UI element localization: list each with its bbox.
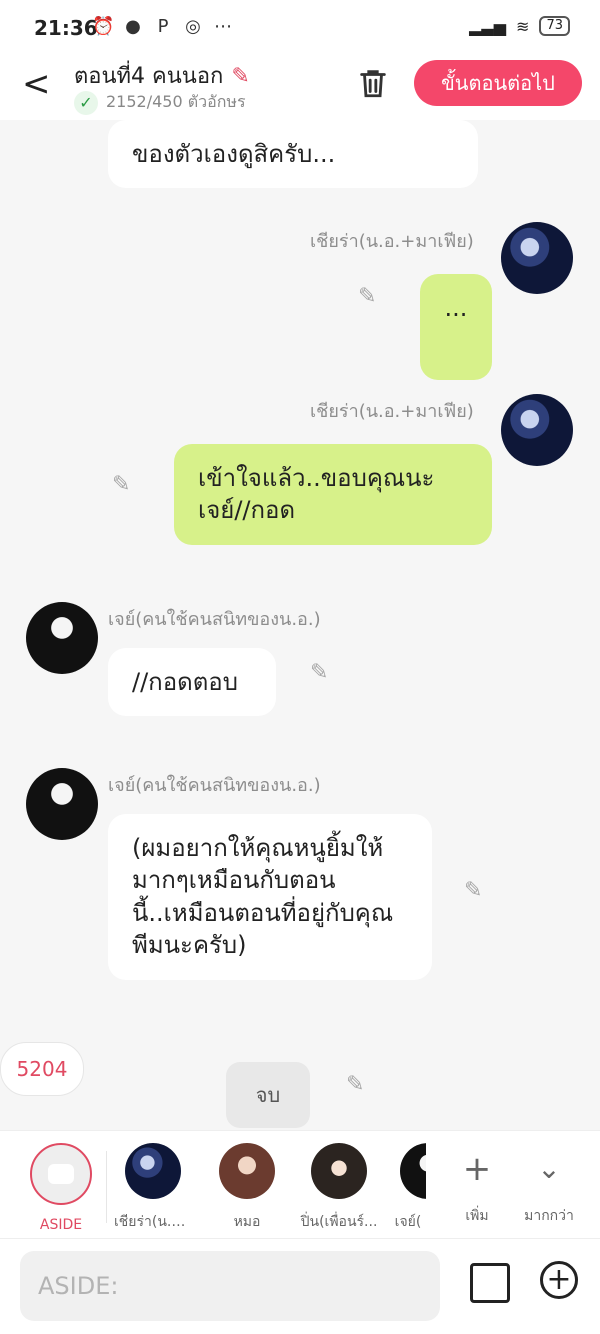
more-notifications-icon: ⋯: [214, 16, 232, 37]
edit-message-icon[interactable]: ✎: [358, 284, 386, 312]
edit-message-icon[interactable]: ✎: [310, 660, 338, 688]
back-button[interactable]: <: [22, 64, 51, 104]
word-count: ✓ 2152/450 ตัวอักษร: [74, 90, 246, 115]
add-character-button[interactable]: + เพิ่ม: [438, 1139, 516, 1227]
message-text: (ผมอยากให้คุณหนูยิ้มให้มากๆเหมือนกับตอนน…: [132, 834, 394, 960]
character-avatar: [219, 1143, 275, 1199]
trash-icon[interactable]: [356, 66, 390, 100]
add-label: เพิ่ม: [465, 1208, 489, 1224]
episode-title-text: ตอนที่4 คนนอก: [74, 64, 224, 89]
avatar[interactable]: [501, 394, 573, 466]
message-bubble[interactable]: (ผมอยากให้คุณหนูยิ้มให้มากๆเหมือนกับตอนน…: [108, 814, 432, 980]
chevron-down-icon: ⌄: [537, 1152, 561, 1185]
composer: ASIDE: +: [0, 1238, 600, 1334]
edit-message-icon[interactable]: ✎: [464, 878, 492, 906]
header: < ตอนที่4 คนนอก ✎ ✓ 2152/450 ตัวอักษร ขั้…: [0, 56, 600, 120]
avatar[interactable]: [501, 222, 573, 294]
message-text: ของตัวเองดูสิครับ...: [132, 140, 336, 168]
plus-icon: +: [462, 1149, 492, 1189]
status-bar: 21:36 ⏰ ● P ◎ ⋯ ▂▃▅ ≋ 73: [0, 0, 600, 56]
aside-label: ASIDE: [39, 1217, 83, 1233]
image-icon[interactable]: [470, 1263, 510, 1303]
message-bubble[interactable]: //กอดตอบ: [108, 648, 276, 717]
wifi-icon: ≋: [516, 16, 530, 36]
character-avatar: [311, 1143, 367, 1199]
character-label: หมอ: [233, 1214, 261, 1230]
alarm-icon: ⏰: [92, 16, 115, 37]
status-icons-left: ⏰ ● P ◎ ⋯: [92, 16, 234, 38]
signal-icon: ▂▃▅: [469, 16, 507, 36]
episode-title: ตอนที่4 คนนอก ✎: [74, 58, 250, 93]
message-bubble[interactable]: เข้าใจแล้ว..ขอบคุณนะเจย์//กอด: [174, 444, 492, 545]
status-time: 21:36: [34, 16, 98, 40]
character-item[interactable]: หมอ: [208, 1139, 286, 1233]
character-label: ปิ่น(เพื่อนร์...: [300, 1214, 378, 1230]
divider: [106, 1151, 107, 1223]
aside-character[interactable]: ASIDE: [22, 1139, 100, 1233]
instagram-icon: ◎: [185, 16, 201, 37]
add-icon[interactable]: +: [540, 1261, 578, 1299]
message-bubble[interactable]: ...: [420, 274, 492, 380]
pinterest-icon: P: [157, 16, 169, 37]
word-counter-badge: 5204: [0, 1042, 84, 1096]
avatar[interactable]: [26, 602, 98, 674]
speaker-name: เชียร่า(น.อ.+มาเฟีย): [310, 401, 474, 422]
message-text: เข้าใจแล้ว..ขอบคุณนะเจย์//กอด: [198, 464, 435, 525]
character-item[interactable]: ปิ่น(เพื่อนร์...: [300, 1139, 378, 1233]
character-selector: ASIDE เชียร่า(น.อ... หมอ ปิ่น(เพื่อนร์..…: [0, 1130, 600, 1239]
chat-area: ของตัวเองดูสิครับ... เชียร่า(น.อ.+มาเฟีย…: [0, 120, 600, 1130]
character-avatar: [400, 1143, 426, 1199]
edit-title-icon[interactable]: ✎: [231, 64, 249, 89]
message-text: ...: [444, 294, 468, 322]
edit-message-icon[interactable]: ✎: [346, 1072, 374, 1100]
more-label: มากกว่า: [524, 1208, 574, 1224]
character-label: เจย์(: [394, 1214, 422, 1230]
speaker-name: เจย์(คนใช้คนสนิทของน.อ.): [108, 775, 321, 796]
speaker-name: เจย์(คนใช้คนสนิทของน.อ.): [108, 609, 321, 630]
aside-icon: [30, 1143, 92, 1205]
message-text: //กอดตอบ: [132, 668, 238, 696]
character-item[interactable]: เชียร่า(น.อ...: [114, 1139, 192, 1233]
end-marker[interactable]: จบ: [226, 1062, 310, 1128]
battery-icon: 73: [539, 16, 570, 36]
status-icons-right: ▂▃▅ ≋ 73: [469, 16, 570, 36]
message-bubble[interactable]: ของตัวเองดูสิครับ...: [108, 120, 478, 189]
character-item[interactable]: เจย์(: [390, 1139, 426, 1233]
edit-message-icon[interactable]: ✎: [112, 472, 140, 500]
spotify-icon: ●: [125, 16, 141, 37]
next-step-button[interactable]: ขั้นตอนต่อไป: [414, 60, 582, 106]
avatar[interactable]: [26, 768, 98, 840]
character-avatar: [125, 1143, 181, 1199]
speaker-name: เชียร่า(น.อ.+มาเฟีย): [310, 231, 474, 252]
character-label: เชียร่า(น.อ...: [114, 1214, 192, 1230]
more-button[interactable]: ⌄ มากกว่า: [510, 1139, 588, 1227]
check-icon: ✓: [74, 90, 98, 115]
word-count-text: 2152/450 ตัวอักษร: [106, 92, 246, 111]
message-input[interactable]: ASIDE:: [20, 1251, 440, 1321]
